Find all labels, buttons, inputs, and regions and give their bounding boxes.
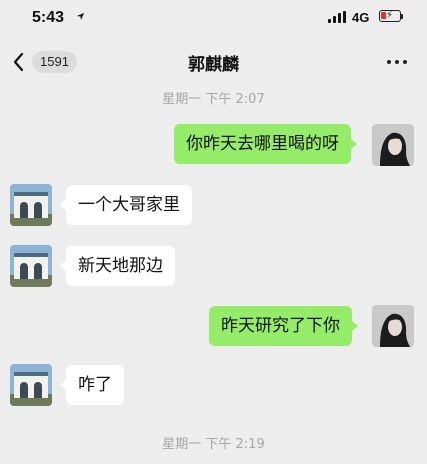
chat-title: 郭麒麟	[188, 55, 239, 75]
avatar-other[interactable]	[10, 245, 52, 287]
timestamp: 星期一 下午 2:19	[162, 437, 265, 452]
location-arrow-icon	[76, 12, 85, 21]
battery-charging-icon: ⚡	[379, 10, 401, 22]
status-bar: 5:43 4G ⚡	[0, 0, 427, 36]
message-bubble-other[interactable]: 咋了	[60, 365, 124, 405]
timestamp: 星期一 下午 2:07	[162, 92, 265, 107]
avatar-self[interactable]	[372, 305, 414, 347]
avatar-self[interactable]	[372, 124, 414, 166]
battery-cap	[401, 14, 403, 19]
message-bubble-other[interactable]: 新天地那边	[60, 246, 175, 286]
status-time: 5:43	[32, 9, 65, 26]
message-bubble-self[interactable]: 昨天研究了下你	[209, 306, 358, 346]
message-bubble-self[interactable]: 你昨天去哪里喝的呀	[174, 124, 357, 164]
avatar-other[interactable]	[10, 364, 52, 406]
more-dots-icon[interactable]	[385, 60, 409, 66]
avatar-other[interactable]	[10, 184, 52, 226]
chat-header: 1591 郭麒麟	[0, 40, 427, 84]
message-bubble-other[interactable]: 一个大哥家里	[60, 185, 192, 225]
network-type: 4G	[352, 10, 370, 25]
